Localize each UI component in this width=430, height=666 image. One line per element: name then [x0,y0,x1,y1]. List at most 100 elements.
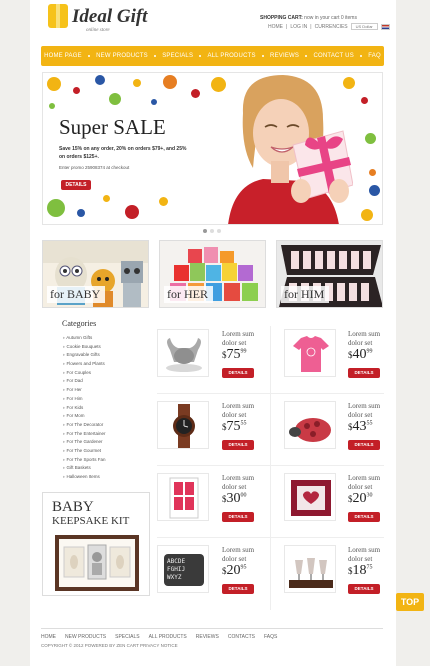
footer-link-home[interactable]: HOME [41,634,56,640]
footer-link-contacts[interactable]: CONTACTS [228,634,255,640]
category-item[interactable]: For Dad [63,377,105,386]
category-item[interactable]: Flowers and Plants [63,360,105,369]
woman-with-gift-image [228,75,353,224]
main-nav: HOME PAGE NEW PRODUCTS SPECIALS ALL PROD… [41,46,384,66]
product-name[interactable]: Lorem sum dolor set [348,402,394,420]
product-name[interactable]: Lorem sum dolor set [222,474,268,492]
category-item[interactable]: For Her [63,386,105,395]
banner-details-button[interactable]: DETAILS [61,180,91,190]
nav-new-products[interactable]: NEW PRODUCTS [96,53,148,59]
nav-faq[interactable]: FAQ [368,53,381,59]
keepsake-frame-image [55,535,139,591]
product-price: $4355 [348,419,373,434]
keepsake-title-line1: BABY [52,499,94,515]
sale-banner[interactable]: Super SALE Save 15% on any order, 20% on… [42,72,383,225]
product-name[interactable]: Lorem sum dolor set [222,546,268,564]
product-details-button[interactable]: DETAILS [348,512,380,522]
footer-link-reviews[interactable]: REVIEWS [196,634,219,640]
category-item[interactable]: For Kids [63,404,105,413]
product-price: $2030 [348,491,373,506]
logo-title[interactable]: Ideal Gift [72,6,147,28]
footer-link-faqs[interactable]: FAQS [264,634,277,640]
svg-text:FGHIJ: FGHIJ [167,566,185,573]
category-item[interactable]: Gift Baskets [63,464,105,473]
product-image[interactable] [284,401,336,449]
category-item[interactable]: For Him [63,395,105,404]
footer-links: HOME NEW PRODUCTS SPECIALS ALL PRODUCTS … [41,634,277,640]
product-price: $4099 [348,347,373,362]
product-image[interactable] [284,545,336,593]
wine-glasses-image [289,558,333,588]
category-item[interactable]: For The Gourmet [63,447,105,456]
product-name[interactable]: Lorem sum dolor set [348,546,394,564]
nav-specials[interactable]: SPECIALS [162,53,193,59]
category-item[interactable]: Engravable Gifts [63,351,105,360]
heart-photo-frame-image [291,480,331,516]
product-price: $1875 [348,563,373,578]
slide-dot-2[interactable] [210,229,214,233]
slider-pager [203,229,221,233]
tile-for-her[interactable]: for HER [159,240,266,308]
category-item[interactable]: Autumn Gifts [63,334,105,343]
cart-label: SHOPPING CART: [260,15,303,21]
product-image[interactable] [284,329,336,377]
slide-dot-1[interactable] [203,229,207,233]
tile-label-him: for HIM [281,286,330,303]
svg-text:ABCDE: ABCDE [167,558,185,565]
footer-link-specials[interactable]: SPECIALS [115,634,139,640]
nav-reviews[interactable]: REVIEWS [270,53,299,59]
top-link-home[interactable]: HOME [268,24,283,30]
product-name[interactable]: Lorem sum dolor set [222,330,268,348]
bull-bottle-holder-image [166,338,202,372]
footer-copyright: COPYRIGHT © 2012 POWERED BY ZEN CART PRI… [41,643,178,648]
categories-list: Autumn Gifts Cookie Bouquets Engravable … [63,334,105,482]
product-details-button[interactable]: DETAILS [348,368,380,378]
product-price: $7555 [222,419,247,434]
category-item[interactable]: For The Decorator [63,421,105,430]
nav-contact[interactable]: CONTACT US [313,53,353,59]
category-item[interactable]: For The Entertainer [63,430,106,439]
product-details-button[interactable]: DETAILS [222,368,254,378]
english-flag-icon[interactable] [380,23,390,30]
product-name[interactable]: Lorem sum dolor set [348,330,394,348]
product-image[interactable]: ABCDE FGHIJ WXYZ [157,545,209,593]
tile-label-her: for HER [164,286,213,303]
category-item[interactable]: For Couples [63,369,105,378]
sale-description: Save 15% on any order, 20% on orders $79… [59,146,187,160]
product-details-button[interactable]: DETAILS [348,584,380,594]
product-price: $3000 [222,491,247,506]
footer-link-new-products[interactable]: NEW PRODUCTS [65,634,106,640]
category-item[interactable]: For The Gardener [63,438,105,447]
slide-dot-3[interactable] [217,229,221,233]
pink-tshirt-image [293,336,329,372]
footer-link-all-products[interactable]: ALL PRODUCTS [149,634,187,640]
tile-label-baby: for BABY [47,286,106,303]
category-item[interactable]: For Mom [63,412,105,421]
product-image[interactable] [157,329,209,377]
product-image[interactable] [157,401,209,449]
nav-all-products[interactable]: ALL PRODUCTS [208,53,256,59]
tile-for-him[interactable]: for HIM [276,240,383,308]
tile-for-baby[interactable]: for BABY [42,240,149,308]
currency-select[interactable]: US Dollar [350,23,378,30]
product-image[interactable] [284,473,336,521]
back-to-top-button[interactable]: TOP [396,593,424,611]
top-link-login[interactable]: LOG IN [290,24,307,30]
category-item[interactable]: Cookie Bouquets [63,343,105,352]
ladybug-lamp-image [289,418,331,442]
footer-divider [41,628,383,629]
product-name[interactable]: Lorem sum dolor set [348,474,394,492]
product-details-button[interactable]: DETAILS [348,440,380,450]
product-details-button[interactable]: DETAILS [222,512,254,522]
product-name[interactable]: Lorem sum dolor set [222,402,268,420]
top-link-currencies[interactable]: CURRENCIES [315,24,348,30]
category-item[interactable]: Halloween Items [63,473,105,482]
cart-summary[interactable]: SHOPPING CART: now in your cart 0 items [260,15,357,21]
nav-home[interactable]: HOME PAGE [44,53,82,59]
sale-title: Super SALE [59,115,166,139]
product-details-button[interactable]: DETAILS [222,440,254,450]
category-item[interactable]: For The Sports Fan [63,456,106,465]
product-details-button[interactable]: DETAILS [222,584,254,594]
product-image[interactable] [157,473,209,521]
gift-logo-icon[interactable] [48,4,68,28]
